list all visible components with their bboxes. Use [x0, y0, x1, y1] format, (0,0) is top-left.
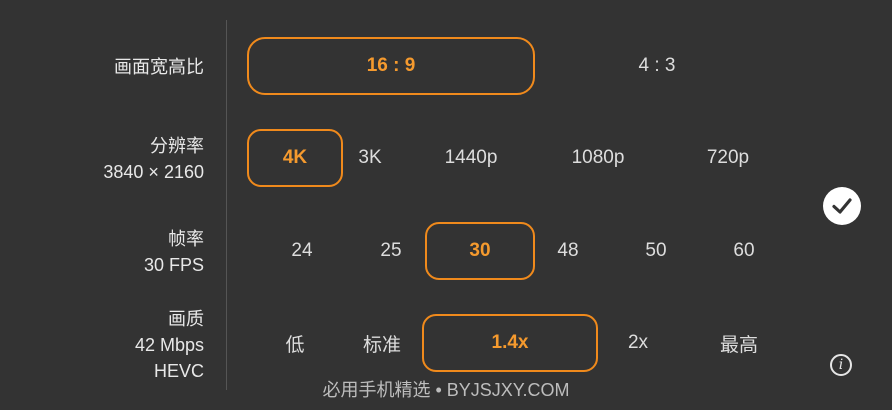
framerate-option-48[interactable]: 48: [538, 222, 598, 280]
quality-option-standard[interactable]: 标准: [352, 314, 412, 372]
resolution-option-4k[interactable]: 4K: [247, 129, 343, 187]
resolution-detail: 3840 × 2160: [103, 162, 204, 182]
resolution-option-1080p[interactable]: 1080p: [548, 129, 648, 187]
quality-title: 画质: [168, 309, 204, 329]
info-glyph: i: [838, 357, 844, 373]
resolution-option-720p[interactable]: 720p: [690, 129, 766, 187]
aspect-ratio-title: 画面宽高比: [114, 57, 204, 77]
resolution-option-1440p[interactable]: 1440p: [425, 129, 517, 187]
framerate-title: 帧率: [168, 229, 204, 249]
framerate-option-24[interactable]: 24: [272, 222, 332, 280]
watermark-text: 必用手机精选 • BYJSJXY.COM: [322, 380, 570, 400]
quality-option-2x[interactable]: 2x: [612, 314, 664, 372]
framerate-option-60[interactable]: 60: [714, 222, 774, 280]
quality-option-low[interactable]: 低: [270, 314, 320, 372]
framerate-option-50[interactable]: 50: [626, 222, 686, 280]
aspect-option-4-3[interactable]: 4 : 3: [610, 37, 704, 95]
checkmark-glyph: [832, 198, 852, 214]
quality-bitrate: 42 Mbps: [134, 335, 204, 355]
framerate-detail: 30 FPS: [143, 255, 204, 275]
quality-option-1-4x[interactable]: 1.4x: [422, 314, 598, 372]
quality-option-max[interactable]: 最高: [708, 314, 770, 372]
framerate-label: 帧率 30 FPS: [144, 226, 204, 278]
framerate-option-25[interactable]: 25: [361, 222, 421, 280]
vertical-divider: [226, 20, 227, 390]
aspect-option-16-9[interactable]: 16 : 9: [247, 37, 535, 95]
info-icon[interactable]: i: [830, 354, 852, 376]
check-circle-icon[interactable]: [823, 187, 861, 225]
quality-label: 画质 42 Mbps HEVC: [135, 306, 204, 384]
resolution-title: 分辨率: [150, 136, 204, 156]
framerate-option-30[interactable]: 30: [425, 222, 535, 280]
resolution-option-3k[interactable]: 3K: [343, 129, 397, 187]
resolution-label: 分辨率 3840 × 2160: [103, 133, 204, 185]
aspect-ratio-label: 画面宽高比: [114, 54, 204, 80]
